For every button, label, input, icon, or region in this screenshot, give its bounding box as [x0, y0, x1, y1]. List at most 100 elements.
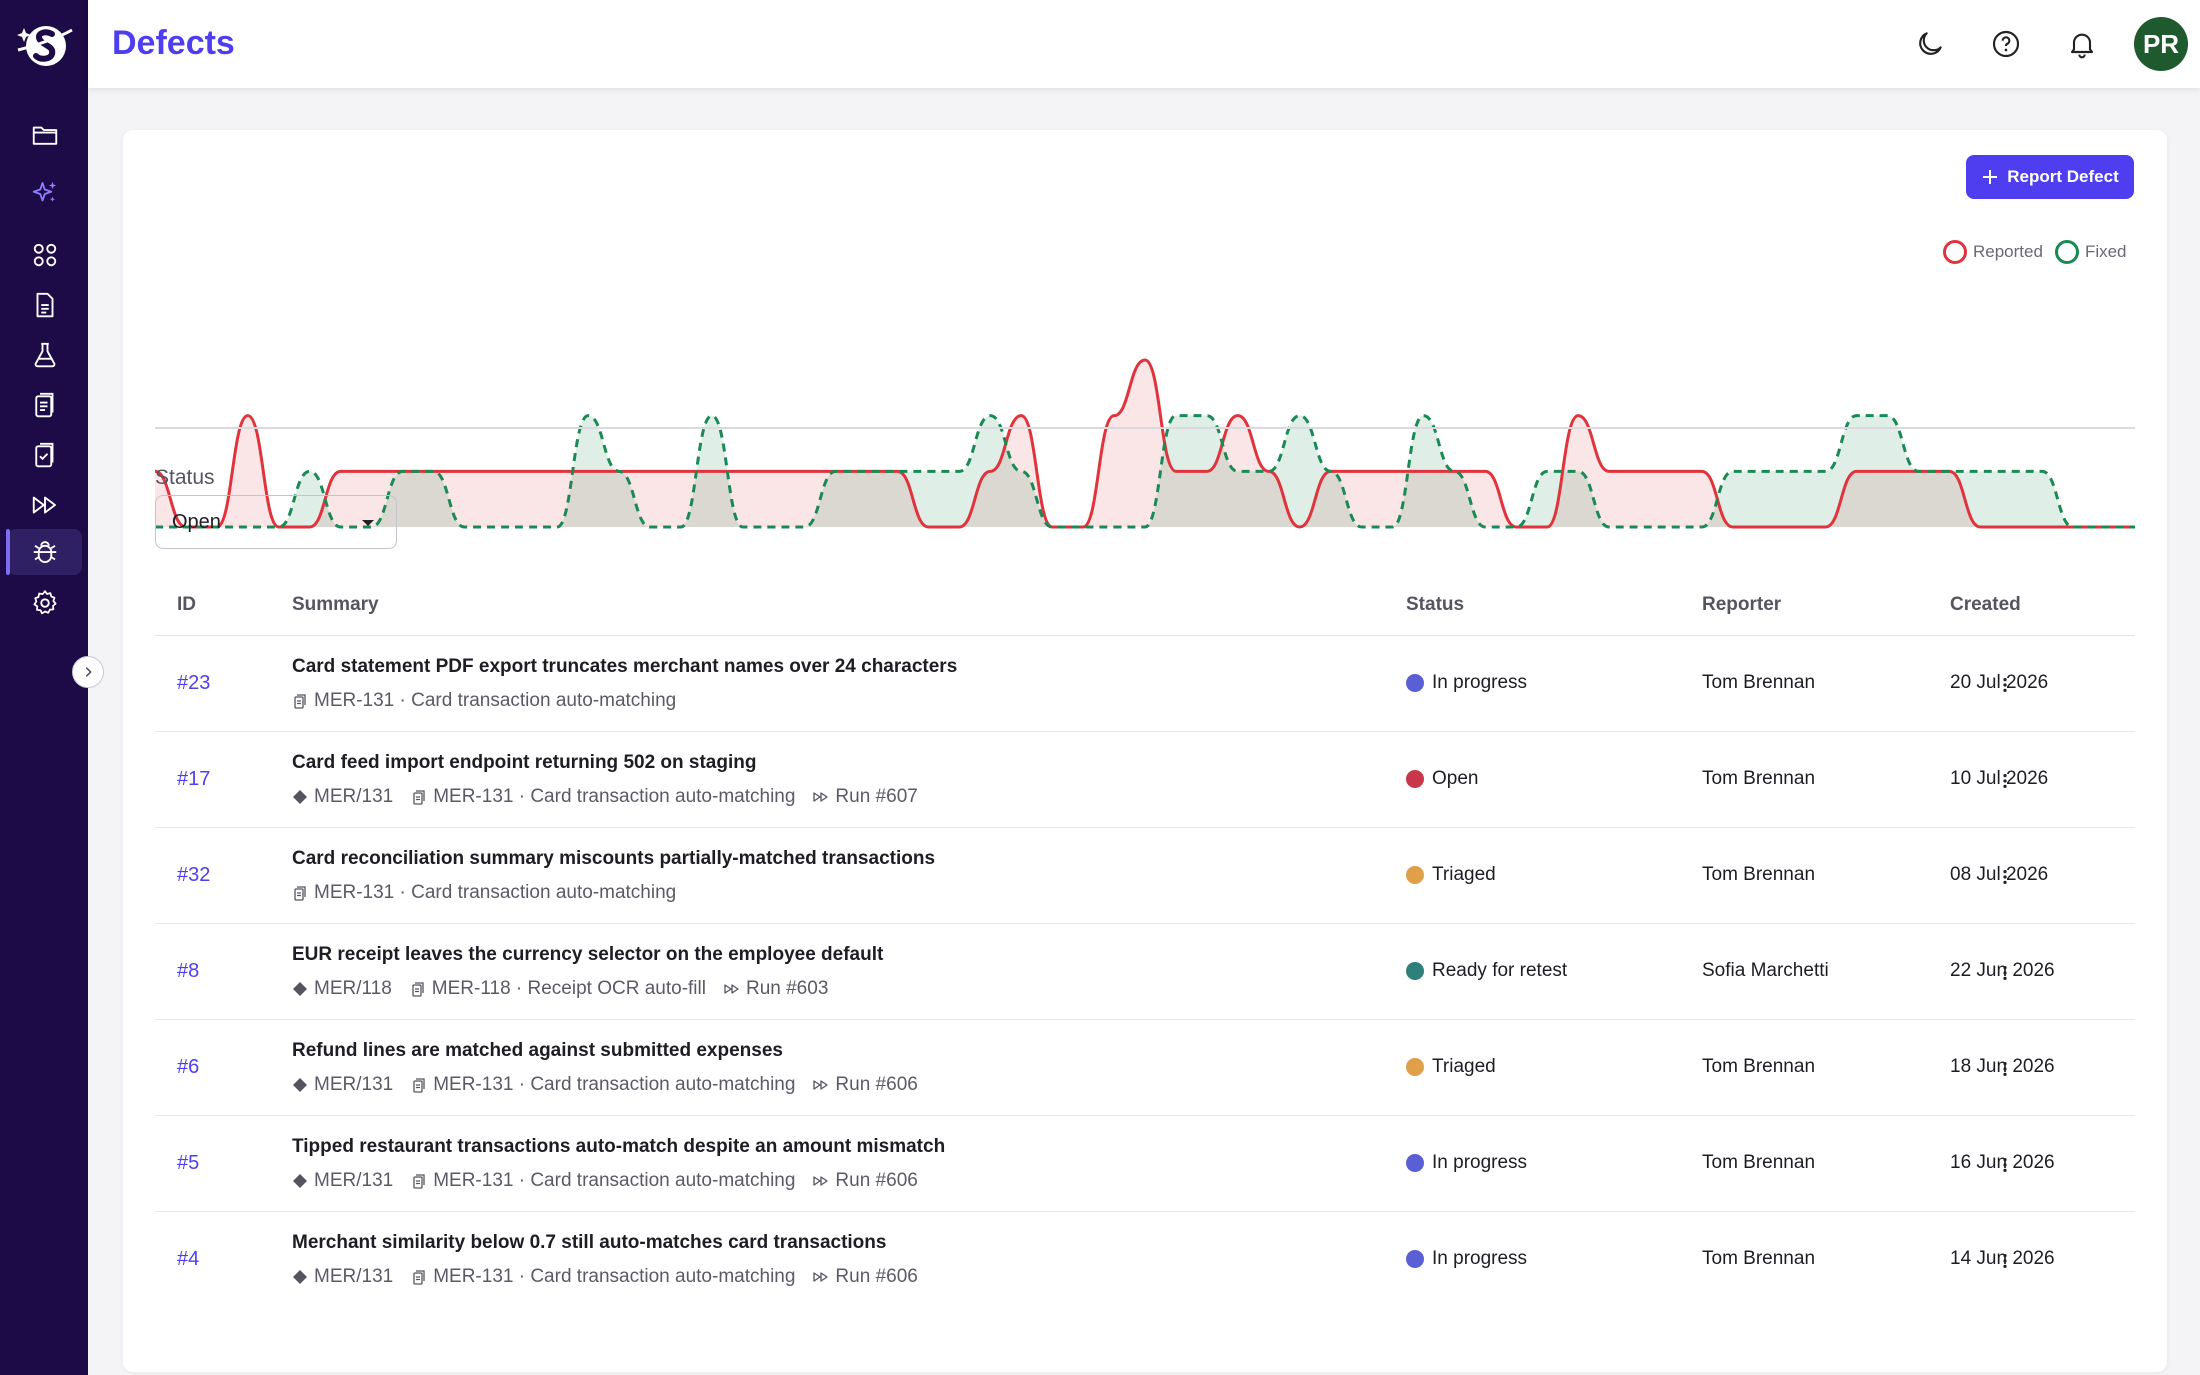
- defect-title[interactable]: Card reconciliation summary miscounts pa…: [292, 848, 935, 870]
- ticket-link[interactable]: MER/131: [292, 1170, 393, 1192]
- spec-link[interactable]: MER-131 · Card transaction auto-matching: [411, 1074, 795, 1096]
- defect-id-link[interactable]: #5: [177, 1152, 199, 1175]
- legend-reported[interactable]: Reported: [1943, 240, 2043, 264]
- table-row[interactable]: #6 Refund lines are matched against subm…: [155, 1020, 2135, 1116]
- run-link[interactable]: Run #607: [813, 786, 918, 808]
- app-logo[interactable]: [14, 18, 74, 74]
- run-link[interactable]: Run #606: [813, 1266, 918, 1288]
- nav-settings[interactable]: [8, 580, 82, 626]
- row-actions-button[interactable]: [1985, 1246, 2025, 1276]
- row-actions-button[interactable]: [1985, 766, 2025, 796]
- header-created[interactable]: Created: [1950, 594, 2021, 616]
- status-dot: [1406, 866, 1424, 884]
- ticket-id: MER/131: [314, 786, 394, 807]
- ticket-id: MER/131: [314, 1266, 394, 1287]
- table-row[interactable]: #8 EUR receipt leaves the currency selec…: [155, 924, 2135, 1020]
- status-text: In progress: [1432, 1152, 1528, 1173]
- report-defect-button[interactable]: Report Defect: [1966, 155, 2134, 199]
- table-row[interactable]: #32 Card reconciliation summary miscount…: [155, 828, 2135, 924]
- row-actions-button[interactable]: [1985, 1150, 2025, 1180]
- more-vertical-icon: [2003, 965, 2007, 981]
- defect-meta: MER/131 MER-131 · Card transaction auto-m…: [292, 786, 918, 808]
- header-id[interactable]: ID: [177, 594, 196, 616]
- defect-id-link[interactable]: #8: [177, 960, 199, 983]
- nav-test-cases[interactable]: [8, 382, 82, 428]
- ticket-link[interactable]: MER/131: [292, 1074, 393, 1096]
- nav-experiments[interactable]: [8, 332, 82, 378]
- status-filter-select[interactable]: Open: [155, 495, 397, 549]
- run-id: Run #603: [745, 978, 829, 999]
- run-link[interactable]: Run #606: [813, 1074, 918, 1096]
- nav-defects[interactable]: [6, 529, 82, 575]
- spec-name: MER-131 · Card transaction auto-matching: [314, 882, 677, 903]
- defect-title[interactable]: EUR receipt leaves the currency selector…: [292, 944, 883, 966]
- nav-documents[interactable]: [8, 282, 82, 328]
- defect-id-link[interactable]: #6: [177, 1056, 199, 1079]
- reporter-name: Tom Brennan: [1702, 672, 1816, 693]
- spec-link[interactable]: MER-131 · Card transaction auto-matching: [411, 1170, 795, 1192]
- dark-mode-toggle[interactable]: [1908, 22, 1952, 66]
- status-dot: [1406, 962, 1424, 980]
- spec-link[interactable]: MER-131 · Card transaction auto-matching: [292, 882, 676, 904]
- nav-test-plans[interactable]: [8, 432, 82, 478]
- spec-link[interactable]: MER-131 · Card transaction auto-matching: [292, 690, 676, 712]
- ticket-id: MER/131: [314, 1170, 394, 1191]
- moon-icon: [1919, 32, 1942, 55]
- nav-ai[interactable]: [8, 170, 82, 216]
- run-id: Run #606: [835, 1266, 918, 1287]
- defect-meta: MER-131 · Card transaction auto-matching: [292, 690, 957, 712]
- nav-runs[interactable]: [8, 482, 82, 528]
- status-badge: In progress: [1406, 1248, 1527, 1270]
- defects-table: ID Summary Status Reporter Created #23 C…: [155, 580, 2135, 1308]
- defect-title[interactable]: Refund lines are matched against submitt…: [292, 1040, 918, 1062]
- table-row[interactable]: #17 Card feed import endpoint returning …: [155, 732, 2135, 828]
- defect-id-link[interactable]: #4: [177, 1248, 199, 1271]
- table-row[interactable]: #4 Merchant similarity below 0.7 still a…: [155, 1212, 2135, 1308]
- spec-link[interactable]: MER-131 · Card transaction auto-matching: [411, 1266, 795, 1288]
- page-title: Defects: [112, 24, 235, 62]
- spec-link[interactable]: MER-118 · Receipt OCR auto-fill: [410, 978, 706, 1000]
- defect-id-link[interactable]: #17: [177, 768, 210, 791]
- table-row[interactable]: #23 Card statement PDF export truncates …: [155, 636, 2135, 732]
- reporter-name: Tom Brennan: [1702, 1152, 1816, 1173]
- bug-icon: [33, 541, 57, 563]
- row-actions-button[interactable]: [1985, 1054, 2025, 1084]
- nav-projects[interactable]: [8, 112, 82, 158]
- defect-title[interactable]: Card statement PDF export truncates merc…: [292, 656, 957, 678]
- sidebar-collapse-button[interactable]: [72, 656, 104, 688]
- notifications-button[interactable]: [2060, 22, 2104, 66]
- table-row[interactable]: #5 Tipped restaurant transactions auto-m…: [155, 1116, 2135, 1212]
- row-actions-button[interactable]: [1985, 670, 2025, 700]
- status-badge: Open: [1406, 768, 1478, 790]
- ticket-link[interactable]: MER/131: [292, 786, 393, 808]
- defect-id-link[interactable]: #23: [177, 672, 210, 695]
- document-icon: [36, 292, 54, 318]
- reporter-name: Sofia Marchetti: [1702, 960, 1829, 981]
- header-reporter[interactable]: Reporter: [1702, 594, 1781, 616]
- ticket-link[interactable]: MER/118: [292, 978, 392, 1000]
- more-vertical-icon: [2003, 1253, 2007, 1269]
- defect-title[interactable]: Tipped restaurant transactions auto-matc…: [292, 1136, 945, 1158]
- fast-forward-icon: [813, 1272, 829, 1282]
- ticket-link[interactable]: MER/131: [292, 1266, 393, 1288]
- defect-id-link[interactable]: #32: [177, 864, 210, 887]
- reporter-name: Tom Brennan: [1702, 864, 1816, 885]
- header-summary[interactable]: Summary: [292, 594, 379, 616]
- run-link[interactable]: Run #606: [813, 1170, 918, 1192]
- help-button[interactable]: [1984, 22, 2028, 66]
- spec-link[interactable]: MER-131 · Card transaction auto-matching: [411, 786, 795, 808]
- run-link[interactable]: Run #603: [724, 978, 828, 1000]
- table-header: ID Summary Status Reporter Created: [155, 580, 2135, 636]
- nav-dashboard[interactable]: [8, 232, 82, 278]
- clipboard-icon: [413, 1174, 425, 1189]
- defect-title[interactable]: Merchant similarity below 0.7 still auto…: [292, 1232, 918, 1254]
- row-actions-button[interactable]: [1985, 862, 2025, 892]
- header-status[interactable]: Status: [1406, 594, 1464, 616]
- defect-summary: Merchant similarity below 0.7 still auto…: [292, 1232, 918, 1288]
- user-avatar[interactable]: PR: [2134, 17, 2188, 71]
- legend-fixed[interactable]: Fixed: [2054, 240, 2127, 264]
- grid-icon: [33, 243, 57, 267]
- defect-title[interactable]: Card feed import endpoint returning 502 …: [292, 752, 918, 774]
- chart-divider: [155, 427, 2135, 429]
- row-actions-button[interactable]: [1985, 958, 2025, 988]
